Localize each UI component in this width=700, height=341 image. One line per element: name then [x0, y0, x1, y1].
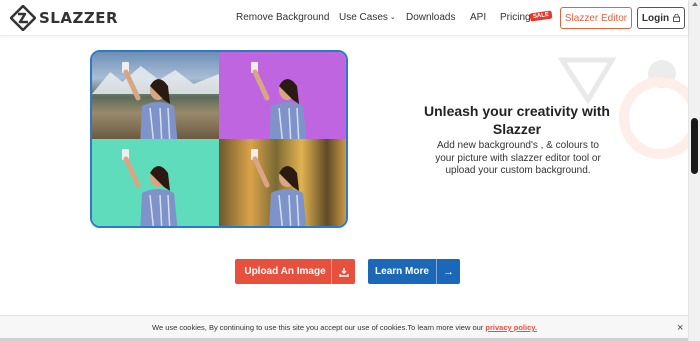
- scrollbar[interactable]: [688, 0, 700, 341]
- lock-icon: [673, 14, 681, 22]
- arrow-right-icon: →: [436, 259, 460, 284]
- header: SLAZZER Remove Background Use Cases ⌄ Dow…: [0, 0, 688, 36]
- login-button[interactable]: Login: [637, 7, 685, 29]
- nav-pricing[interactable]: Pricing: [500, 12, 531, 23]
- woman-selfie-figure: [122, 62, 178, 139]
- tile-mountain-lake: [92, 52, 219, 139]
- nav-use-cases-label: Use Cases: [339, 12, 388, 23]
- privacy-policy-link[interactable]: privacy policy.: [485, 323, 537, 332]
- logo[interactable]: SLAZZER: [10, 5, 118, 31]
- logo-text: SLAZZER: [39, 9, 119, 27]
- background-examples-grid: [90, 50, 348, 228]
- tile-autumn-forest: [219, 139, 346, 226]
- scroll-up-icon[interactable]: [692, 2, 698, 6]
- slazzer-editor-button[interactable]: Slazzer Editor: [560, 7, 632, 29]
- woman-selfie-figure: [122, 149, 178, 226]
- woman-selfie-figure: [251, 149, 307, 226]
- hero-subtext: Add new background's , & colours to your…: [435, 140, 601, 176]
- page: SLAZZER Remove Background Use Cases ⌄ Dow…: [0, 0, 700, 341]
- close-icon[interactable]: ×: [677, 322, 683, 334]
- woman-selfie-figure: [251, 62, 307, 139]
- nav-downloads[interactable]: Downloads: [406, 12, 455, 23]
- upload-image-button[interactable]: Upload An Image: [235, 259, 355, 284]
- scroll-thumb[interactable]: [691, 118, 698, 174]
- learn-more-label: Learn More: [375, 266, 429, 277]
- cookie-message: We use cookies, By continuing to use thi…: [152, 323, 484, 332]
- sale-badge: SALE: [529, 10, 553, 22]
- learn-more-button[interactable]: Learn More →: [368, 259, 460, 284]
- login-label: Login: [641, 12, 670, 24]
- hero-headline: Unleash your creativity with Slazzer: [424, 103, 610, 137]
- upload-image-label: Upload An Image: [244, 266, 326, 277]
- nav-use-cases[interactable]: Use Cases ⌄: [339, 12, 396, 23]
- upload-icon: [331, 259, 355, 284]
- slazzer-logo-icon: [10, 5, 36, 31]
- tile-mint: [92, 139, 219, 226]
- tile-purple: [219, 52, 346, 139]
- nav-remove-background[interactable]: Remove Background: [236, 12, 329, 23]
- cookie-text: We use cookies, By continuing to use thi…: [152, 323, 537, 332]
- nav-api[interactable]: API: [470, 12, 486, 23]
- chevron-down-icon: ⌄: [389, 14, 396, 21]
